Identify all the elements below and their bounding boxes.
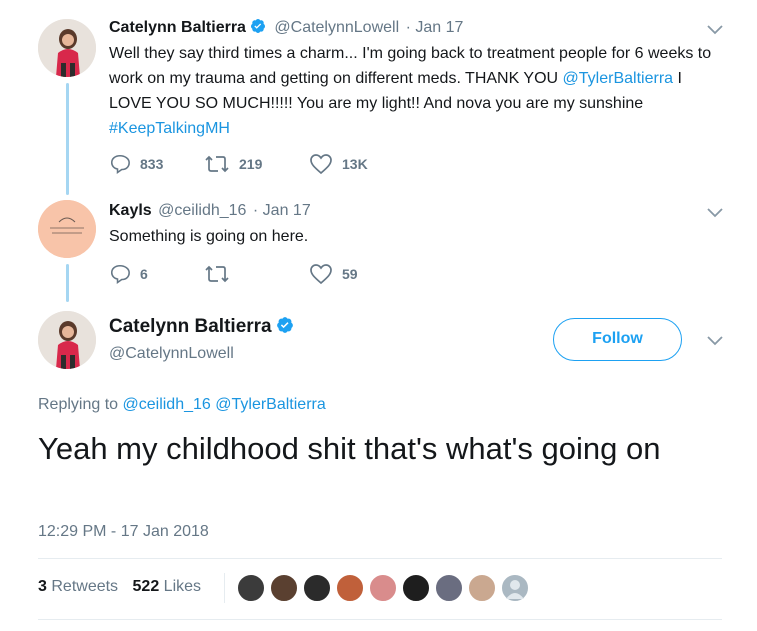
retweet-stat[interactable]: 3 Retweets [38, 578, 118, 595]
chevron-down-icon [707, 208, 723, 218]
reply-icon [110, 154, 130, 175]
author-name[interactable]: Catelynn Baltierra [109, 19, 246, 36]
avatar[interactable] [38, 19, 96, 77]
thread-line [66, 264, 69, 302]
liker-avatar[interactable] [335, 573, 365, 603]
likers-avatars [236, 573, 533, 608]
liker-avatar[interactable] [434, 573, 464, 603]
retweet-icon [205, 155, 229, 173]
retweet-button[interactable]: 219 [204, 153, 309, 175]
hashtag-link[interactable]: #KeepTalkingMH [109, 120, 230, 137]
liker-avatar[interactable] [500, 573, 530, 603]
tweet-header: Catelynn Baltierra @CatelynnLowell · Jan… [109, 18, 463, 39]
tweet-date[interactable]: · Jan 17 [406, 19, 464, 36]
liker-avatar[interactable] [269, 573, 299, 603]
more-options[interactable] [705, 330, 725, 355]
mention-link[interactable]: @ceilidh_16 [123, 396, 211, 413]
tweet-timestamp[interactable]: 12:29 PM - 17 Jan 2018 [38, 523, 209, 541]
author-handle[interactable]: @ceilidh_16 [158, 202, 246, 219]
mention-link[interactable]: @TylerBaltierra [215, 396, 326, 413]
divider [38, 619, 722, 620]
author-name[interactable]: Kayls [109, 202, 152, 219]
liker-avatar[interactable] [401, 573, 431, 603]
verified-badge-icon [250, 18, 266, 39]
tweet-text: Something is going on here. [109, 228, 309, 245]
divider [224, 573, 225, 603]
tweet-header: Kayls @ceilidh_16 · Jan 17 [109, 202, 311, 220]
liker-avatar[interactable] [467, 573, 497, 603]
author-block: Catelynn Baltierra [109, 316, 294, 339]
like-button[interactable]: 13K [309, 153, 368, 175]
tweet-text: Well they say third times a charm... I'm… [109, 45, 712, 137]
more-options[interactable] [705, 202, 725, 227]
divider [38, 558, 722, 559]
heart-icon [310, 154, 332, 175]
tweet-stats: 3 Retweets 522 Likes [38, 578, 201, 596]
mention-link[interactable]: @TylerBaltierra [563, 70, 674, 87]
replying-to: Replying to @ceilidh_16 @TylerBaltierra [38, 396, 326, 413]
liker-avatar[interactable] [302, 573, 332, 603]
reply-button[interactable]: 6 [109, 263, 204, 285]
verified-badge-icon [276, 316, 294, 339]
default-profile-icon [506, 580, 524, 599]
like-button[interactable]: 59 [309, 263, 358, 285]
liker-avatar[interactable] [236, 573, 266, 603]
like-stat[interactable]: 522 Likes [133, 578, 202, 595]
author-name[interactable]: Catelynn Baltierra [109, 316, 272, 337]
thread-line [66, 83, 69, 195]
avatar[interactable] [38, 311, 96, 369]
chevron-down-icon [707, 336, 723, 346]
liker-avatar[interactable] [368, 573, 398, 603]
author-handle[interactable]: @CatelynnLowell [274, 19, 399, 36]
avatar[interactable] [38, 200, 96, 258]
follow-button[interactable]: Follow [553, 318, 682, 361]
heart-icon [310, 264, 332, 285]
retweet-icon [205, 265, 229, 283]
reply-button[interactable]: 833 [109, 153, 204, 175]
reply-icon [110, 264, 130, 285]
tweet-actions: 833 219 13K [109, 153, 368, 175]
tweet-date[interactable]: · Jan 17 [253, 202, 311, 219]
tweet-actions: 6 59 [109, 263, 358, 285]
chevron-down-icon [707, 25, 723, 35]
author-handle[interactable]: @CatelynnLowell [109, 345, 234, 363]
main-tweet-text: Yeah my childhood shit that's what's goi… [38, 431, 661, 466]
retweet-button[interactable] [204, 263, 309, 285]
